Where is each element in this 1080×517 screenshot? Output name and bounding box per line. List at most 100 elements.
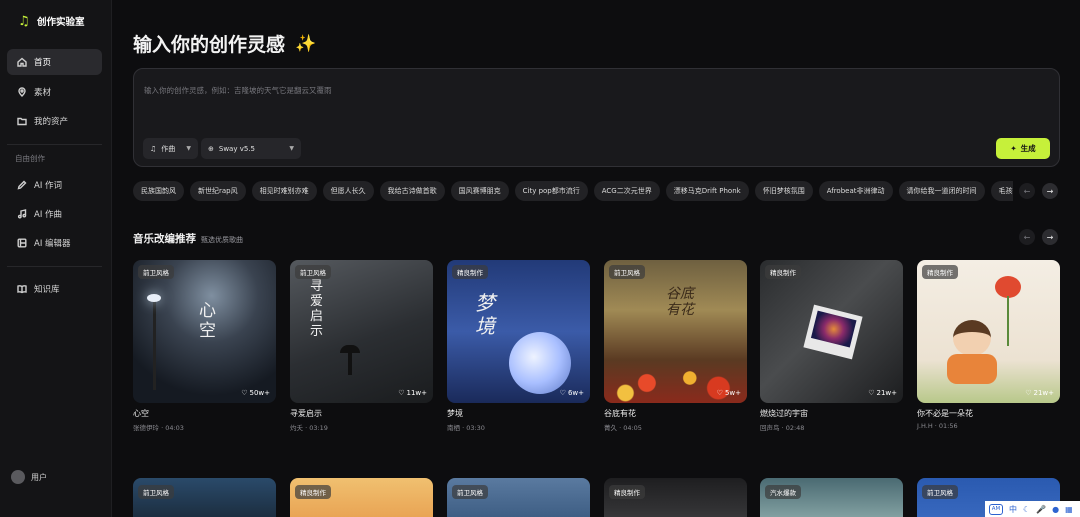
style-chip[interactable]: ACG二次元世界 xyxy=(593,181,660,201)
grid-icon[interactable]: ▦ xyxy=(1065,505,1073,514)
child-figure xyxy=(953,320,991,356)
song-card[interactable]: 精良制作 ♡ 21w+ 你不必是一朵花 J.H.H · 01:56 xyxy=(917,260,1060,430)
generate-button[interactable]: ✦ 生成 xyxy=(996,138,1050,159)
likes-value: 50w+ xyxy=(249,389,271,397)
prompt-input[interactable] xyxy=(144,80,1044,100)
sidebar-item-ai-editor[interactable]: AI 编辑器 xyxy=(7,230,102,256)
section-subtitle: 甄选优质歌曲 xyxy=(201,236,243,244)
likes-value: 21w+ xyxy=(1033,389,1055,397)
sidebar-item-knowledge[interactable]: 知识库 xyxy=(7,276,102,302)
heart-icon: ♡ xyxy=(398,389,405,397)
likes-value: 11w+ xyxy=(406,389,428,397)
song-cover: 精良制作 ♡ 21w+ xyxy=(760,260,903,403)
card-tag: 前卫风格 xyxy=(922,485,958,499)
sidebar-item-ai-lyrics[interactable]: AI 作词 xyxy=(7,172,102,198)
card-tag: 前卫风格 xyxy=(609,265,645,279)
cover-art-text: 寻 爱 启 示 xyxy=(310,279,324,339)
arrow-left-icon: ← xyxy=(1023,232,1031,242)
brand[interactable]: ♫ 创作实验室 xyxy=(18,13,85,29)
music-icon xyxy=(17,209,27,219)
song-card[interactable]: 心 空 前卫风格 ♡ 50w+ 心空 张德伊玲 · 04:03 xyxy=(133,260,276,432)
song-meta: 南栖 · 03:30 xyxy=(447,424,485,432)
style-chip[interactable]: 我给古诗做首歌 xyxy=(379,181,445,201)
heart-icon: ♡ xyxy=(716,389,723,397)
song-title: 燃烧过的宇宙 xyxy=(760,409,808,418)
song-meta: 灼夭 · 03:19 xyxy=(290,424,328,432)
chevron-down-icon: ▼ xyxy=(289,145,294,152)
style-chip[interactable]: 请你给我一道闭的时间 xyxy=(898,181,985,201)
pen-icon xyxy=(17,180,27,190)
sidebar-item-home[interactable]: 首页 xyxy=(7,49,102,75)
model-select[interactable]: ⊕ Sway v5.5 ▼ xyxy=(201,138,301,159)
song-card[interactable]: 梦 境 精良制作 ♡ 6w+ 梦境 南栖 · 03:30 xyxy=(447,260,590,432)
style-chip[interactable]: 但愿人长久 xyxy=(322,181,374,201)
sidebar-item-materials[interactable]: 素材 xyxy=(7,79,102,105)
song-meta: 张德伊玲 · 04:03 xyxy=(133,424,184,432)
style-chip[interactable]: 怀旧梦核氛围 xyxy=(754,181,813,201)
mode-select[interactable]: ♫ 作曲 ▼ xyxy=(143,138,198,159)
umbrella xyxy=(340,345,360,353)
song-cover: 谷底 有花 前卫风格 ♡ 5w+ xyxy=(604,260,747,403)
style-chip[interactable]: 民族国韵风 xyxy=(133,181,184,201)
likes-count: ♡ 11w+ xyxy=(398,389,427,397)
galaxy-image xyxy=(810,310,857,348)
music-note-icon: ♫ xyxy=(18,13,30,29)
style-chip[interactable]: 相见时难别亦难 xyxy=(251,181,317,201)
heart-icon: ♡ xyxy=(1025,389,1032,397)
brand-name: 创作实验室 xyxy=(37,17,85,28)
song-card[interactable]: 前卫风格 xyxy=(133,478,276,517)
moon-icon[interactable]: ☾ xyxy=(1023,505,1030,514)
likes-value: 5w+ xyxy=(724,389,741,397)
ime-language[interactable]: 中 xyxy=(1009,504,1017,515)
sidebar-item-label: 知识库 xyxy=(34,285,60,295)
song-card[interactable]: 精良制作 xyxy=(604,478,747,517)
sidebar-item-label: 素材 xyxy=(34,88,52,98)
user-profile[interactable]: 用户 xyxy=(11,470,47,484)
card-tag: 精良制作 xyxy=(765,265,801,279)
user-icon[interactable]: ● xyxy=(1052,505,1059,514)
song-meta: 菁久 · 04:05 xyxy=(604,424,642,432)
style-chip[interactable]: 毛孩子陪我宅 xyxy=(990,181,1013,201)
mic-icon[interactable]: 🎤 xyxy=(1036,505,1046,514)
song-title: 梦境 xyxy=(447,409,463,418)
song-card[interactable]: 精良制作 xyxy=(290,478,433,517)
sidebar-item-label: AI 作词 xyxy=(34,181,63,191)
cards-next-button[interactable]: → xyxy=(1042,229,1058,245)
card-tag: 精良制作 xyxy=(922,265,958,279)
book-icon xyxy=(17,284,27,294)
moon xyxy=(509,332,571,394)
chips-next-button[interactable]: → xyxy=(1042,183,1058,199)
sidebar-item-ai-compose[interactable]: AI 作曲 xyxy=(7,201,102,227)
divider xyxy=(7,144,102,145)
style-chip[interactable]: Afrobeat非洲律动 xyxy=(818,181,893,201)
likes-value: 21w+ xyxy=(876,389,898,397)
song-card[interactable]: 谷底 有花 前卫风格 ♡ 5w+ 谷底有花 菁久 · 04:05 xyxy=(604,260,747,432)
song-card[interactable]: 寻 爱 启 示 前卫风格 ♡ 11w+ 寻爱启示 灼夭 · 03:19 xyxy=(290,260,433,432)
chips-prev-button[interactable]: ← xyxy=(1019,183,1035,199)
figure xyxy=(348,353,352,375)
song-title: 寻爱启示 xyxy=(290,409,322,418)
song-card[interactable]: 前卫风格 xyxy=(447,478,590,517)
ime-logo-icon[interactable]: AM xyxy=(989,503,1003,515)
style-chip[interactable]: 漂移马克Drift Phonk xyxy=(665,181,749,201)
style-chip[interactable]: 国风赛博朋克 xyxy=(450,181,509,201)
sidebar-item-label: AI 作曲 xyxy=(34,210,63,220)
generate-label: 生成 xyxy=(1020,144,1036,153)
section-title: 音乐改编推荐 xyxy=(133,233,196,245)
location-pin-icon xyxy=(17,87,27,97)
mode-select-value: 作曲 xyxy=(161,144,176,153)
style-chip[interactable]: 新世纪rap风 xyxy=(190,181,246,201)
likes-count: ♡ 50w+ xyxy=(241,389,270,397)
folder-icon xyxy=(17,116,27,126)
ime-toolbar: AM 中 ☾ 🎤 ● ▦ xyxy=(985,501,1080,517)
heart-icon: ♡ xyxy=(241,389,248,397)
cards-prev-button[interactable]: ← xyxy=(1019,229,1035,245)
card-tag: 精良制作 xyxy=(609,485,645,499)
sidebar-item-assets[interactable]: 我的资产 xyxy=(7,108,102,134)
lamp-light xyxy=(147,294,161,302)
song-cover: 精良制作 ♡ 21w+ xyxy=(917,260,1060,403)
song-card[interactable]: 汽水爆款 xyxy=(760,478,903,517)
song-card[interactable]: 精良制作 ♡ 21w+ 燃烧过的宇宙 回声鸟 · 02:48 xyxy=(760,260,903,432)
sparkle-icon: ✦ xyxy=(1010,144,1017,153)
style-chip[interactable]: City pop都市流行 xyxy=(514,181,588,201)
